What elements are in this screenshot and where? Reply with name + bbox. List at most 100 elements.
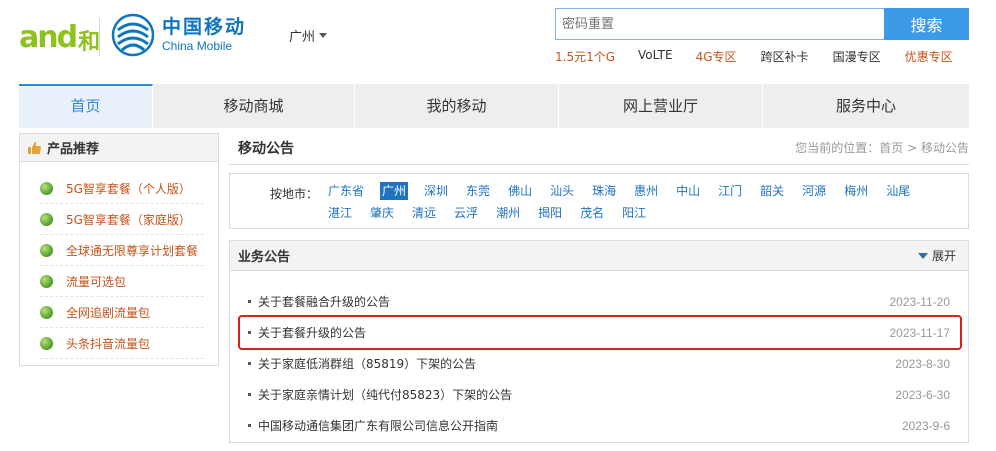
brand-name-cn: 中国移动 bbox=[162, 16, 247, 38]
city-link[interactable]: 茂名 bbox=[578, 204, 606, 222]
city-link[interactable]: 揭阳 bbox=[536, 204, 564, 222]
city-link[interactable]: 深圳 bbox=[422, 182, 450, 200]
search-input[interactable] bbox=[555, 8, 884, 40]
quick-link[interactable]: 优惠专区 bbox=[905, 48, 953, 65]
product-recommend-panel: 产品推荐 5G智享套餐（个人版） 5G智享套餐（家庭版） 全球通无限尊享计划套餐流量… bbox=[19, 133, 219, 366]
city-link[interactable]: 汕头 bbox=[548, 182, 576, 200]
announcement-row[interactable]: 关于家庭亲情计划（纯代付85823）下架的公告 2023-6-30 bbox=[240, 379, 960, 410]
bullet-icon bbox=[248, 393, 251, 396]
globe-icon bbox=[40, 274, 53, 288]
breadcrumb-home[interactable]: 首页 bbox=[879, 141, 903, 155]
city-link[interactable]: 湛江 bbox=[326, 204, 354, 222]
breadcrumb-current: 移动公告 bbox=[920, 141, 969, 155]
announcement-row[interactable]: 关于家庭低消群组（85819）下架的公告 2023-8-30 bbox=[240, 348, 960, 379]
china-mobile-logo[interactable]: 中国移动 China Mobile bbox=[110, 12, 246, 58]
bullet-icon bbox=[248, 300, 251, 303]
announcement-row[interactable]: 中国移动通信集团广东有限公司信息公开指南 2023-9-6 bbox=[240, 410, 960, 441]
announcement-link[interactable]: 关于套餐融合升级的公告 bbox=[258, 293, 390, 310]
globe-icon bbox=[40, 243, 53, 257]
product-item[interactable]: 头条抖音流量包 bbox=[40, 328, 204, 359]
breadcrumb-prefix: 您当前的位置： bbox=[795, 141, 880, 155]
search-bar: 搜索 bbox=[555, 8, 969, 40]
city-link[interactable]: 广州 bbox=[380, 182, 409, 200]
announcement-date: 2023-11-17 bbox=[889, 325, 951, 340]
announcement-panel: 业务公告 展开 关于套餐融合升级的公告 2023-11-20 关于套餐升级的公告 20… bbox=[229, 240, 969, 443]
logo-divider bbox=[99, 18, 100, 56]
city-link[interactable]: 江门 bbox=[716, 182, 744, 200]
city-link[interactable]: 潮州 bbox=[494, 204, 522, 222]
quick-links: 1.5元1个G VoLTE 4G专区 跨区补卡 国漫专区 优惠专区 bbox=[555, 48, 953, 65]
city-selector[interactable]: 广州 bbox=[289, 26, 328, 45]
product-item[interactable]: 5G智享套餐（家庭版） bbox=[40, 204, 204, 235]
quick-link[interactable]: 国漫专区 bbox=[833, 48, 881, 65]
page-title: 移动公告 bbox=[238, 141, 294, 157]
city-link[interactable]: 肇庆 bbox=[368, 204, 396, 222]
and-he-logo[interactable]: and 和 bbox=[19, 14, 100, 60]
announcement-title: 业务公告 bbox=[238, 250, 291, 265]
globe-icon bbox=[40, 336, 53, 350]
search-button[interactable]: 搜索 bbox=[884, 8, 969, 40]
announcement-row[interactable]: 关于套餐融合升级的公告 2023-11-20 bbox=[240, 286, 960, 317]
announcement-row[interactable]: 关于套餐升级的公告 2023-11-17 bbox=[238, 315, 962, 350]
nav-item[interactable]: 移动商城 bbox=[153, 84, 355, 128]
city-link[interactable]: 清远 bbox=[410, 204, 438, 222]
city-link[interactable]: 阳江 bbox=[620, 204, 648, 222]
city-filter-links: 广东省 广州 深圳 东莞 佛山 汕头 珠海 惠州 中山 江门 韶关 河源 梅州 汕尾湛江 肇庆 清远 云浮 潮州揭… bbox=[326, 182, 956, 222]
city-link[interactable]: 梅州 bbox=[842, 182, 870, 200]
breadcrumb-separator: > bbox=[907, 141, 918, 155]
product-item-label: 全网追剧流量包 bbox=[66, 305, 151, 320]
city-filter-label: 按地市： bbox=[270, 187, 319, 201]
announcement-row-left: 关于套餐融合升级的公告 bbox=[248, 293, 390, 310]
product-item[interactable]: 流量可选包 bbox=[40, 266, 204, 297]
announcement-date: 2023-9-6 bbox=[901, 418, 950, 433]
product-recommend-title: 产品推荐 bbox=[47, 142, 100, 157]
quick-link[interactable]: VoLTE bbox=[638, 48, 673, 65]
announcement-link[interactable]: 关于家庭亲情计划（纯代付85823）下架的公告 bbox=[258, 386, 512, 403]
product-item-label: 头条抖音流量包 bbox=[66, 336, 151, 351]
brand-name-en: China Mobile bbox=[162, 39, 233, 53]
quick-link[interactable]: 4G专区 bbox=[696, 48, 737, 65]
product-item[interactable]: 全网追剧流量包 bbox=[40, 297, 204, 328]
city-link[interactable]: 汕尾 bbox=[884, 182, 912, 200]
announcement-link[interactable]: 中国移动通信集团广东有限公司信息公开指南 bbox=[258, 417, 498, 434]
nav-item[interactable]: 我的移动 bbox=[355, 84, 559, 128]
announcement-date: 2023-6-30 bbox=[895, 387, 950, 402]
globe-icon bbox=[40, 305, 53, 319]
city-link[interactable]: 广东省 bbox=[326, 182, 366, 200]
product-item[interactable]: 5G智享套餐（个人版） bbox=[40, 173, 204, 204]
chevron-down-icon bbox=[319, 33, 328, 38]
city-link[interactable]: 珠海 bbox=[590, 182, 618, 200]
product-item-label: 5G智享套餐（家庭版） bbox=[66, 212, 191, 227]
city-link[interactable]: 中山 bbox=[674, 182, 702, 200]
product-item[interactable]: 全球通无限尊享计划套餐 bbox=[40, 235, 204, 266]
bullet-icon bbox=[248, 424, 251, 427]
expand-button[interactable]: 展开 bbox=[917, 247, 956, 264]
announcement-link[interactable]: 关于家庭低消群组（85819）下架的公告 bbox=[258, 355, 476, 372]
announcement-link[interactable]: 关于套餐升级的公告 bbox=[258, 324, 366, 341]
bullet-icon bbox=[248, 331, 251, 334]
quick-link[interactable]: 跨区补卡 bbox=[761, 48, 809, 65]
product-recommend-header: 产品推荐 bbox=[20, 134, 218, 162]
product-item-label: 全球通无限尊享计划套餐 bbox=[66, 243, 199, 258]
city-link[interactable]: 云浮 bbox=[452, 204, 480, 222]
globe-icon bbox=[40, 212, 53, 226]
nav-item[interactable]: 网上营业厅 bbox=[559, 84, 763, 128]
triangle-down-icon bbox=[917, 252, 928, 259]
nav-item[interactable]: 首页 bbox=[19, 84, 153, 128]
city-link[interactable]: 东莞 bbox=[464, 182, 492, 200]
title-divider bbox=[229, 164, 969, 165]
city-link[interactable]: 佛山 bbox=[506, 182, 534, 200]
city-filter: 按地市： 广东省 广州 深圳 东莞 佛山 汕头 珠海 惠州 中山 江门 韶关 河源 梅州 汕尾湛江 肇庆 清远… bbox=[229, 173, 969, 229]
china-mobile-emblem-icon bbox=[111, 13, 155, 57]
quick-link[interactable]: 1.5元1个G bbox=[555, 48, 615, 65]
nav-item[interactable]: 服务中心 bbox=[763, 84, 969, 128]
announcement-date: 2023-8-30 bbox=[895, 356, 950, 371]
announcement-row-left: 中国移动通信集团广东有限公司信息公开指南 bbox=[248, 417, 498, 434]
city-link[interactable]: 韶关 bbox=[758, 182, 786, 200]
city-selector-label: 广州 bbox=[289, 30, 316, 45]
announcement-row-left: 关于家庭低消群组（85819）下架的公告 bbox=[248, 355, 476, 372]
city-link[interactable]: 惠州 bbox=[632, 182, 660, 200]
product-item-label: 5G智享套餐（个人版） bbox=[66, 181, 191, 196]
city-link[interactable]: 河源 bbox=[800, 182, 828, 200]
announcement-row-left: 关于家庭亲情计划（纯代付85823）下架的公告 bbox=[248, 386, 512, 403]
